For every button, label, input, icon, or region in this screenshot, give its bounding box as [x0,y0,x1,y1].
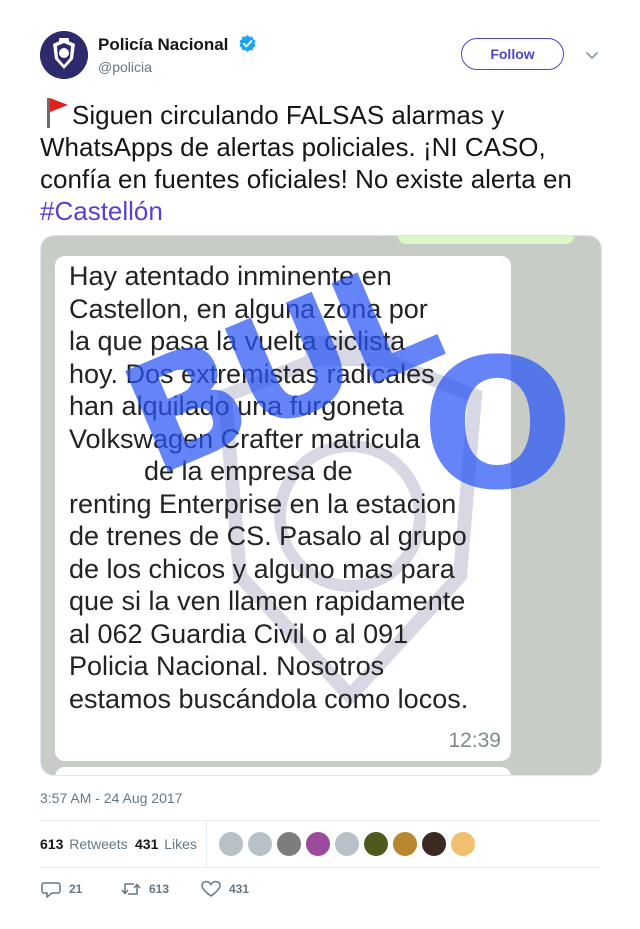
message-time: 12:39 [448,729,501,752]
retweet-icon [121,883,141,895]
liker-avatar[interactable] [392,831,418,857]
next-message-bubble [55,767,511,775]
tweet-timestamp[interactable]: 3:57 AM - 24 Aug 2017 [40,790,182,806]
tweet-header: Policía Nacional @policia Follow [40,31,600,81]
retweet-button[interactable]: 613 [120,878,169,900]
previous-message-bubble [398,236,574,244]
tweet-image[interactable]: Hay atentado inminente en Castellon, en … [40,235,602,776]
tweet-actions: 21 613 431 [40,878,600,902]
red-flag-icon [47,98,68,128]
tweet-text: Siguen circulando FALSAS alarmas y Whats… [40,96,600,227]
tweet-stats: 613 Retweets 431 Likes [40,821,600,867]
retweets-stat[interactable]: 613 Retweets [40,836,128,852]
verified-badge-icon [239,34,256,53]
liker-avatar[interactable] [247,831,273,857]
hashtag-link[interactable]: #Castellón [40,196,163,226]
bulo-stamp-o: O [421,321,575,530]
like-button[interactable]: 431 [200,878,249,900]
divider [40,867,600,868]
author-name[interactable]: Policía Nacional [98,34,257,55]
stats-divider [206,821,207,867]
liker-avatar[interactable] [421,831,447,857]
author-handle[interactable]: @policia [98,59,152,75]
chevron-down-icon[interactable] [584,47,600,63]
police-badge-icon [40,31,88,79]
liker-avatar[interactable] [276,831,302,857]
reply-icon [41,882,61,899]
profile-avatar[interactable] [40,31,88,79]
liker-avatar[interactable] [334,831,360,857]
likes-stat[interactable]: 431 Likes [135,836,197,852]
reply-button[interactable]: 21 [40,878,82,900]
liker-avatar[interactable] [305,831,331,857]
heart-icon [201,880,221,897]
liker-avatar[interactable] [450,831,476,857]
liker-avatar[interactable] [218,831,244,857]
follow-button[interactable]: Follow [461,38,564,70]
liker-avatar[interactable] [363,831,389,857]
